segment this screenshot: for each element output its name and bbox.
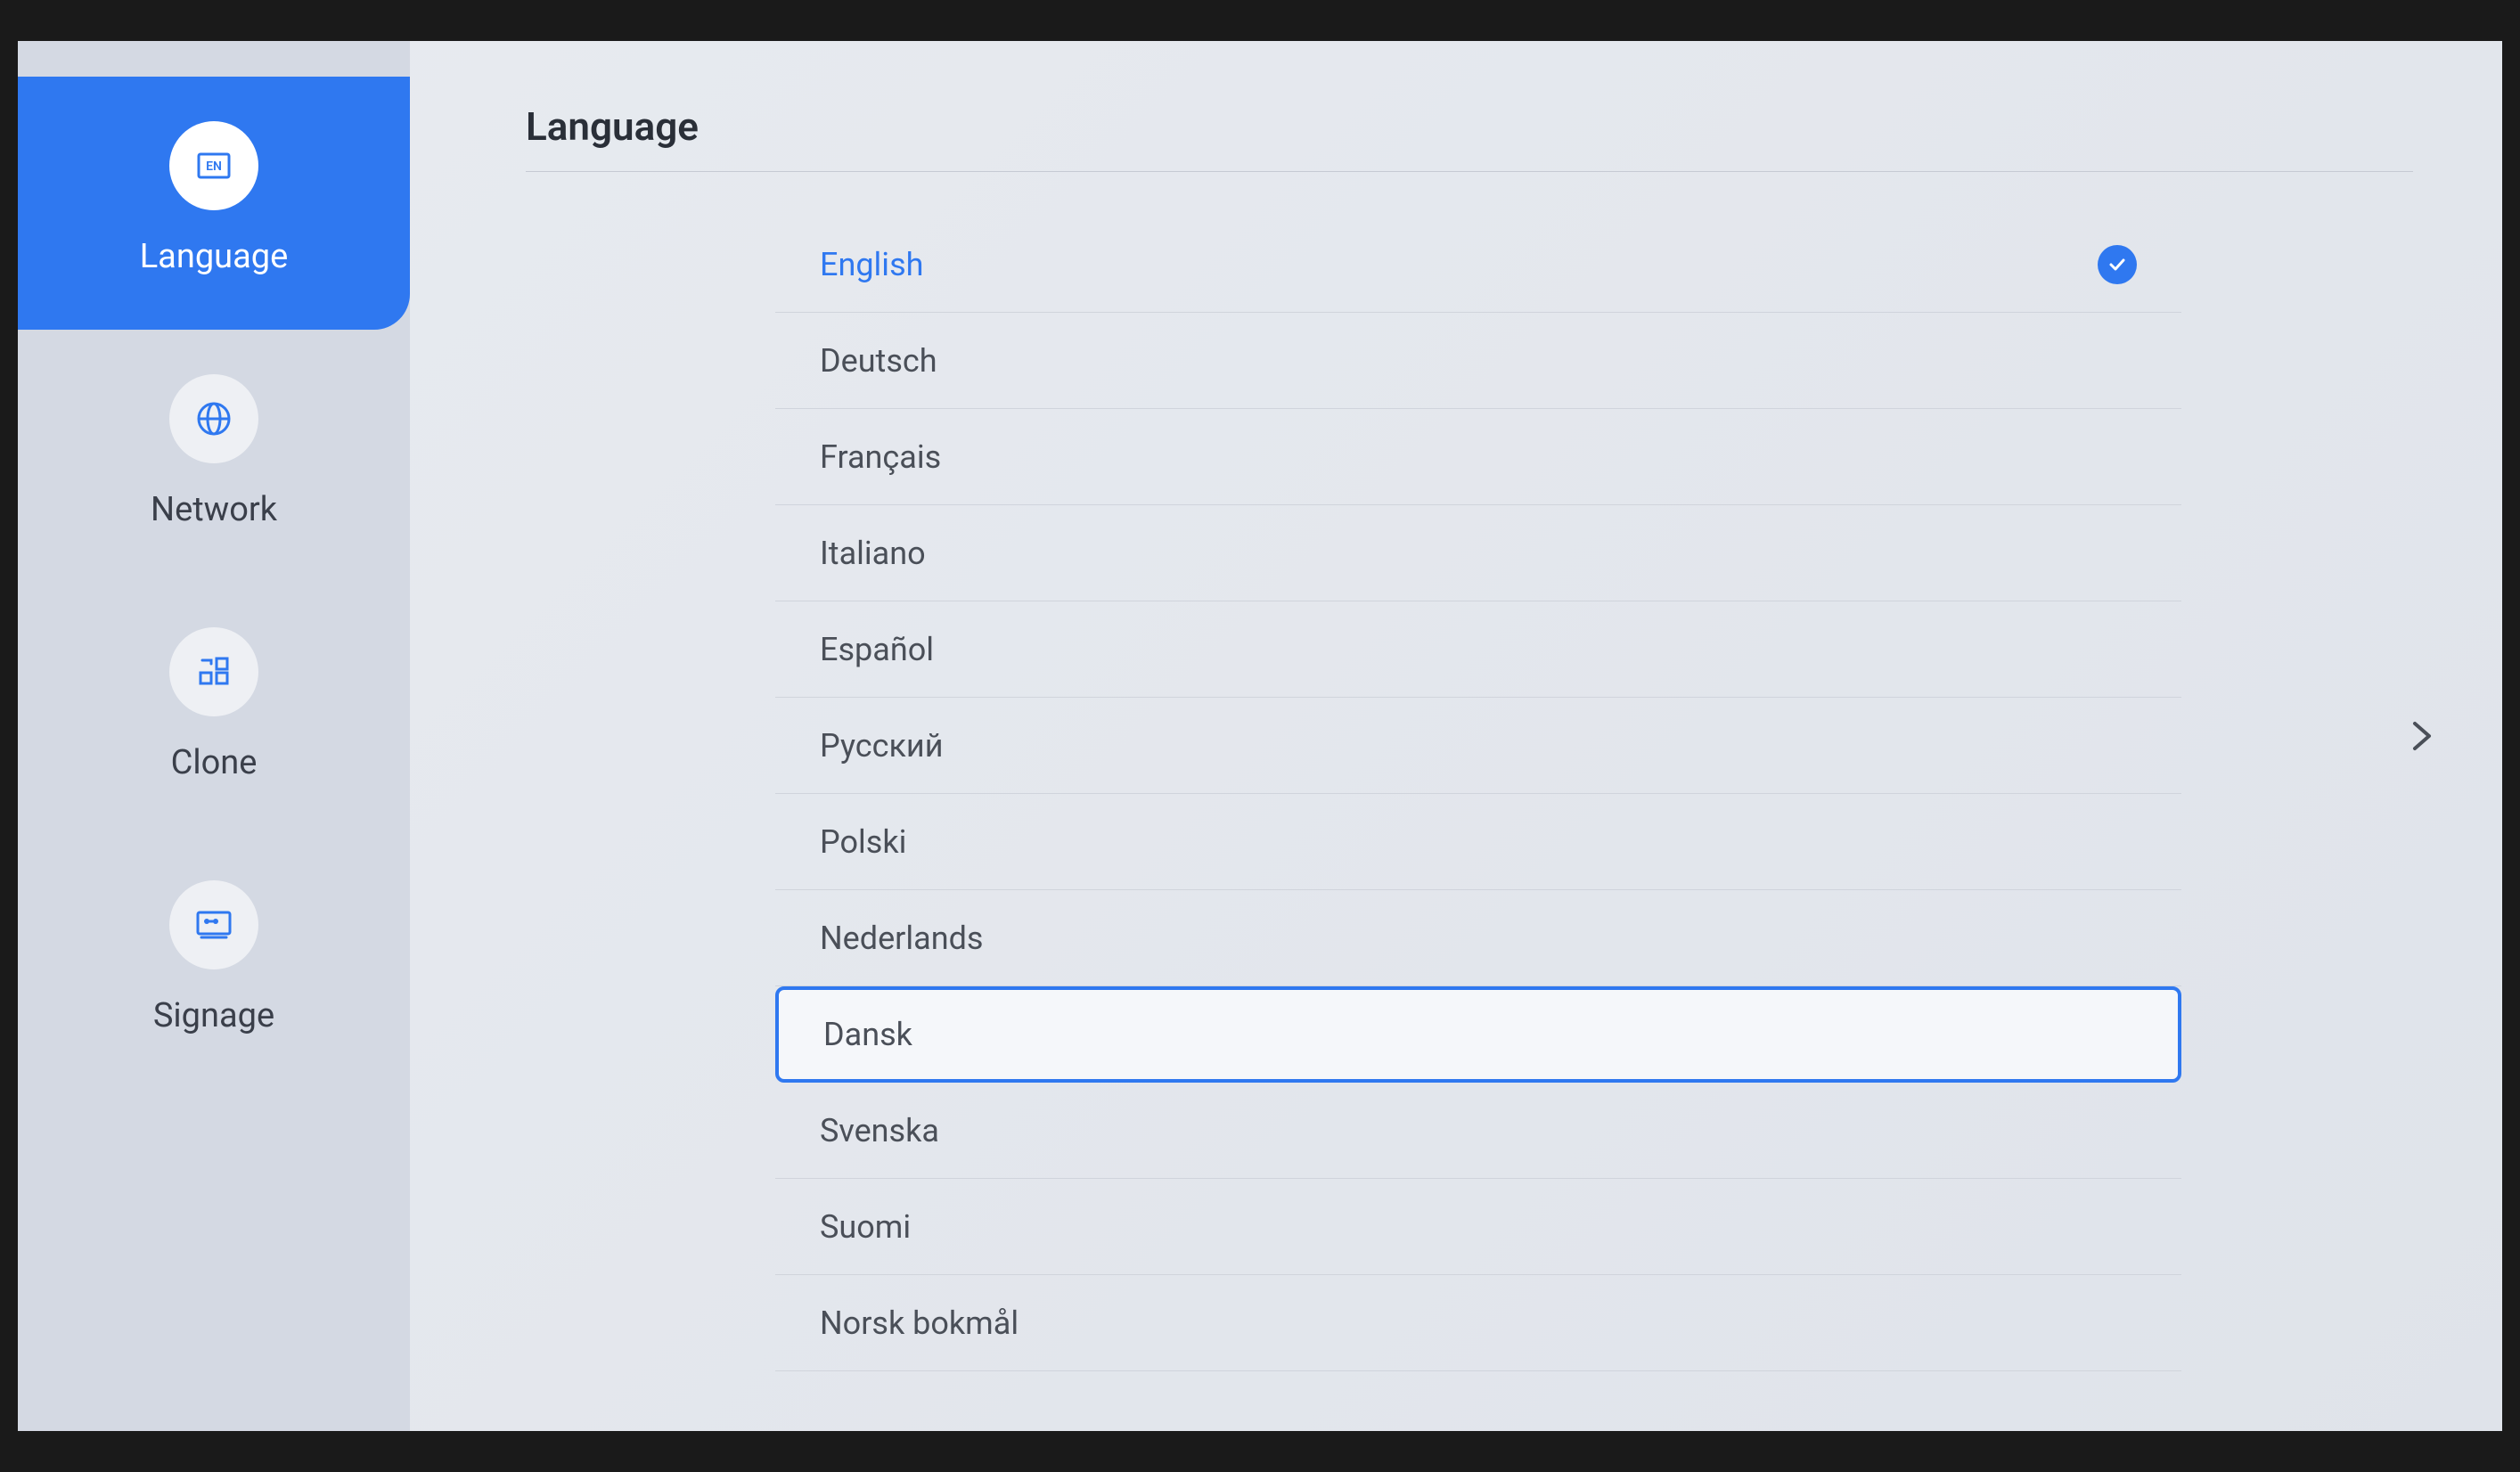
language-option-russian[interactable]: Русский — [775, 698, 2181, 794]
language-option-espanol[interactable]: Español — [775, 601, 2181, 698]
sidebar: EN Language Network — [18, 41, 410, 1431]
page-title: Language — [526, 103, 2413, 150]
language-option-dansk[interactable]: Dansk — [775, 986, 2181, 1083]
language-label: Français — [820, 438, 941, 476]
sidebar-item-network[interactable]: Network — [18, 330, 410, 583]
next-button[interactable] — [2395, 709, 2449, 763]
sidebar-item-language[interactable]: EN Language — [18, 77, 410, 330]
sidebar-item-label: Network — [151, 490, 277, 529]
language-label: English — [820, 246, 923, 283]
sidebar-item-clone[interactable]: Clone — [18, 583, 410, 836]
language-option-nederlands[interactable]: Nederlands — [775, 890, 2181, 986]
check-icon — [2098, 245, 2137, 284]
language-option-svenska[interactable]: Svenska — [775, 1083, 2181, 1179]
language-option-polski[interactable]: Polski — [775, 794, 2181, 890]
sidebar-item-label: Language — [140, 237, 289, 276]
svg-text:EN: EN — [206, 159, 222, 174]
language-label: Svenska — [820, 1112, 939, 1149]
language-option-francais[interactable]: Français — [775, 409, 2181, 505]
sidebar-item-signage[interactable]: Signage — [18, 836, 410, 1089]
settings-screen: EN Language Network — [18, 41, 2502, 1431]
language-option-italiano[interactable]: Italiano — [775, 505, 2181, 601]
clone-icon — [169, 627, 258, 716]
language-label: Norsk bokmål — [820, 1304, 1019, 1342]
language-label: Deutsch — [820, 342, 937, 380]
sidebar-item-label: Clone — [171, 743, 258, 782]
language-option-english[interactable]: English — [775, 217, 2181, 313]
main-content: Language English Deutsch Français Italia… — [410, 41, 2502, 1431]
sidebar-item-label: Signage — [153, 996, 274, 1035]
language-label: Nederlands — [820, 920, 983, 957]
language-option-suomi[interactable]: Suomi — [775, 1179, 2181, 1275]
language-label: Español — [820, 631, 934, 668]
signage-icon — [169, 880, 258, 969]
language-label: Русский — [820, 727, 943, 765]
language-en-icon: EN — [169, 121, 258, 210]
language-option-norsk[interactable]: Norsk bokmål — [775, 1275, 2181, 1371]
language-list: English Deutsch Français Italiano Españo… — [775, 217, 2181, 1371]
language-option-deutsch[interactable]: Deutsch — [775, 313, 2181, 409]
language-label: Dansk — [823, 1016, 912, 1053]
title-divider — [526, 171, 2413, 172]
language-label: Polski — [820, 823, 906, 861]
chevron-right-icon — [2404, 718, 2440, 754]
language-label: Italiano — [820, 535, 926, 572]
globe-icon — [169, 374, 258, 463]
language-label: Suomi — [820, 1208, 911, 1246]
